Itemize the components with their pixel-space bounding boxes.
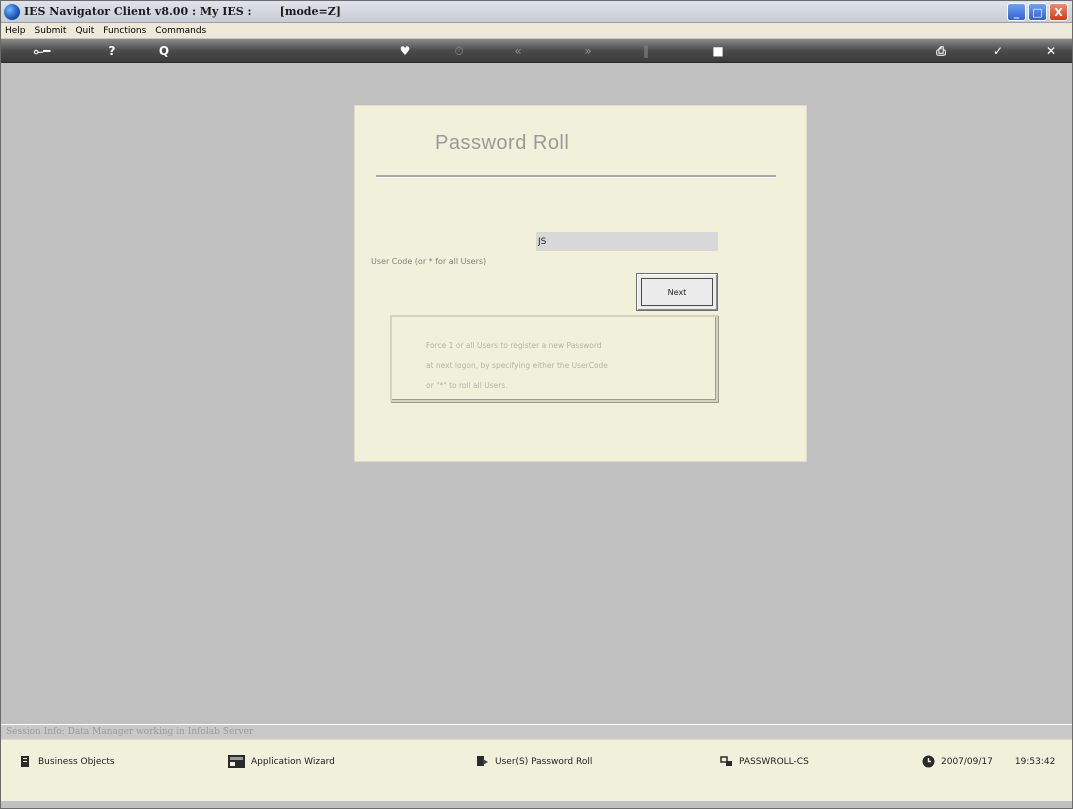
password-roll-panel: Password Roll User Code (or * for all Us…: [354, 105, 807, 462]
help-icon[interactable]: ?: [101, 43, 123, 59]
current-function-item: User(S) Password Roll: [476, 755, 592, 768]
menu-commands[interactable]: Commands: [155, 26, 206, 36]
info-box: Force 1 or all Users to register a new P…: [390, 315, 718, 402]
app-window: IES Navigator Client v8.00 : My IES : [m…: [0, 0, 1073, 809]
session-info-text: Session Info: Data Manager working in In…: [6, 727, 254, 737]
heart-icon[interactable]: ♥: [394, 43, 416, 59]
menu-functions[interactable]: Functions: [103, 26, 146, 36]
ok-icon[interactable]: ✓: [987, 43, 1009, 59]
main-content: Password Roll User Code (or * for all Us…: [1, 64, 1072, 724]
program-code-item: PASSWROLL-CS: [720, 755, 809, 768]
title-bar: IES Navigator Client v8.00 : My IES : [m…: [1, 1, 1072, 23]
book-icon: [19, 755, 32, 768]
stop-icon[interactable]: ■: [707, 43, 729, 59]
program-icon: [720, 755, 733, 768]
user-code-input[interactable]: [536, 232, 718, 251]
app-globe-icon: [4, 3, 20, 20]
next-icon[interactable]: »: [577, 43, 599, 59]
window-controls: _ □ X: [1007, 3, 1068, 21]
wizard-icon: [228, 755, 245, 768]
window-mode: [mode=Z]: [279, 5, 341, 18]
maximize-button[interactable]: □: [1028, 3, 1047, 21]
info-line-1: Force 1 or all Users to register a new P…: [426, 341, 602, 350]
close-icon[interactable]: ✕: [1040, 43, 1062, 59]
time-label: 19:53:42: [1014, 756, 1056, 767]
session-info-bar: Session Info: Data Manager working in In…: [1, 724, 1072, 739]
date-time-item: 2007/09/17 19:53:42: [922, 755, 1055, 768]
toolbar: ⟜━ ? Q ♥ ⏱ « » ‖ ■ ⎙ ✓ ✕: [1, 39, 1072, 63]
program-code-label: PASSWROLL-CS: [739, 756, 809, 767]
business-objects-label: Business Objects: [38, 756, 115, 767]
refresh-icon[interactable]: ⏱: [448, 43, 470, 59]
pause-icon[interactable]: ‖: [635, 43, 657, 59]
title-divider: [376, 175, 776, 178]
status-bar: Business Objects Application Wizard User…: [1, 739, 1072, 801]
menu-bar: Help Submit Quit Functions Commands: [1, 23, 1072, 39]
user-code-label: User Code (or * for all Users): [371, 257, 487, 266]
info-line-2: at next logon, by specifying either the …: [426, 361, 608, 370]
previous-icon[interactable]: «: [507, 43, 529, 59]
current-function-label: User(S) Password Roll: [495, 756, 593, 767]
info-line-3: or "*" to roll all Users.: [426, 381, 508, 390]
print-icon[interactable]: ⎙: [930, 43, 952, 59]
window-title: IES Navigator Client v8.00 : My IES :: [24, 5, 252, 18]
minimize-button[interactable]: _: [1007, 3, 1026, 21]
menu-help[interactable]: Help: [5, 26, 26, 36]
business-objects-item[interactable]: Business Objects: [19, 755, 115, 768]
application-wizard-label: Application Wizard: [251, 756, 335, 767]
next-button[interactable]: Next: [636, 273, 718, 311]
search-icon[interactable]: Q: [153, 43, 175, 59]
menu-submit[interactable]: Submit: [35, 26, 67, 36]
page-title: Password Roll: [435, 132, 570, 154]
menu-quit[interactable]: Quit: [75, 26, 94, 36]
key-icon[interactable]: ⟜━: [25, 43, 59, 59]
next-button-label: Next: [641, 278, 713, 306]
close-window-button[interactable]: X: [1049, 3, 1068, 21]
date-label: 2007/09/17: [941, 756, 993, 767]
clock-icon: [922, 755, 935, 768]
application-wizard-item[interactable]: Application Wizard: [228, 755, 335, 768]
function-icon: [476, 755, 489, 768]
